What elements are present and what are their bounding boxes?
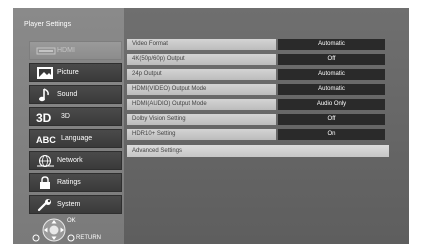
sidebar-item-label: Language (61, 135, 93, 142)
sidebar-item-3d[interactable]: 3D 3D (29, 107, 122, 126)
setting-row-hdr10-plus[interactable]: HDR10+ Setting On (127, 129, 385, 140)
setting-value[interactable]: Automatic (278, 69, 385, 80)
sidebar-item-label: Sound (57, 91, 78, 98)
lock-icon (40, 176, 50, 189)
setting-label: 4K(50p/60p) Output (127, 54, 276, 65)
sidebar-item-label: 3D (61, 113, 70, 120)
wrench-icon (37, 199, 51, 212)
sidebar-item-system[interactable]: System (29, 195, 122, 214)
setting-value[interactable]: Off (278, 114, 385, 125)
setting-value[interactable]: On (278, 129, 385, 140)
sidebar-item-sound[interactable]: Sound (29, 85, 122, 104)
setting-label: HDMI(AUDIO) Output Mode (127, 99, 276, 110)
sidebar: Player Settings HDMI Picture Sound 3D 3D… (13, 8, 124, 244)
sidebar-item-hdmi[interactable]: HDMI (29, 41, 122, 60)
navigation-hint: OK RETURN (30, 218, 125, 244)
setting-value[interactable]: Automatic (278, 84, 385, 95)
sidebar-item-label: System (57, 201, 81, 208)
sidebar-item-ratings[interactable]: Ratings (29, 173, 122, 192)
setting-value[interactable]: Automatic (278, 39, 385, 50)
hdmi-icon (36, 47, 56, 55)
svg-text:3D: 3D (36, 111, 52, 124)
sidebar-title: Player Settings (24, 21, 72, 28)
picture-icon (37, 67, 53, 79)
sidebar-item-label: HDMI (57, 47, 75, 54)
ok-hint: OK (67, 218, 76, 224)
setting-label: 24p Output (127, 69, 276, 80)
sidebar-item-network[interactable]: Network (29, 151, 122, 170)
sidebar-item-label: Ratings (57, 179, 81, 186)
svg-text:ABC: ABC (36, 135, 56, 145)
advanced-settings-item[interactable]: Advanced Settings (127, 145, 389, 157)
setting-label: HDMI(VIDEO) Output Mode (127, 84, 276, 95)
setting-row-4k-output[interactable]: 4K(50p/60p) Output Off (127, 54, 385, 65)
return-hint: RETURN (76, 235, 101, 241)
setting-value[interactable]: Audio Only (278, 99, 385, 110)
setting-row-hdmi-video-output-mode[interactable]: HDMI(VIDEO) Output Mode Automatic (127, 84, 385, 95)
player-settings-screen: Player Settings HDMI Picture Sound 3D 3D… (13, 8, 409, 244)
sidebar-item-label: Network (57, 157, 83, 164)
setting-label: HDR10+ Setting (127, 129, 276, 140)
setting-label: Video Format (127, 39, 276, 50)
sidebar-item-picture[interactable]: Picture (29, 63, 122, 82)
setting-row-dolby-vision[interactable]: Dolby Vision Setting Off (127, 114, 385, 125)
network-globe-icon (37, 155, 54, 167)
setting-row-24p-output[interactable]: 24p Output Automatic (127, 69, 385, 80)
setting-row-hdmi-audio-output-mode[interactable]: HDMI(AUDIO) Output Mode Audio Only (127, 99, 385, 110)
setting-value[interactable]: Off (278, 54, 385, 65)
setting-row-video-format[interactable]: Video Format Automatic (127, 39, 385, 50)
3d-icon: 3D (36, 111, 52, 124)
sidebar-item-language[interactable]: ABC Language (29, 129, 122, 148)
sidebar-item-label: Picture (57, 69, 79, 76)
music-note-icon (39, 88, 49, 102)
setting-label: Dolby Vision Setting (127, 114, 276, 125)
abc-icon: ABC (36, 135, 56, 145)
